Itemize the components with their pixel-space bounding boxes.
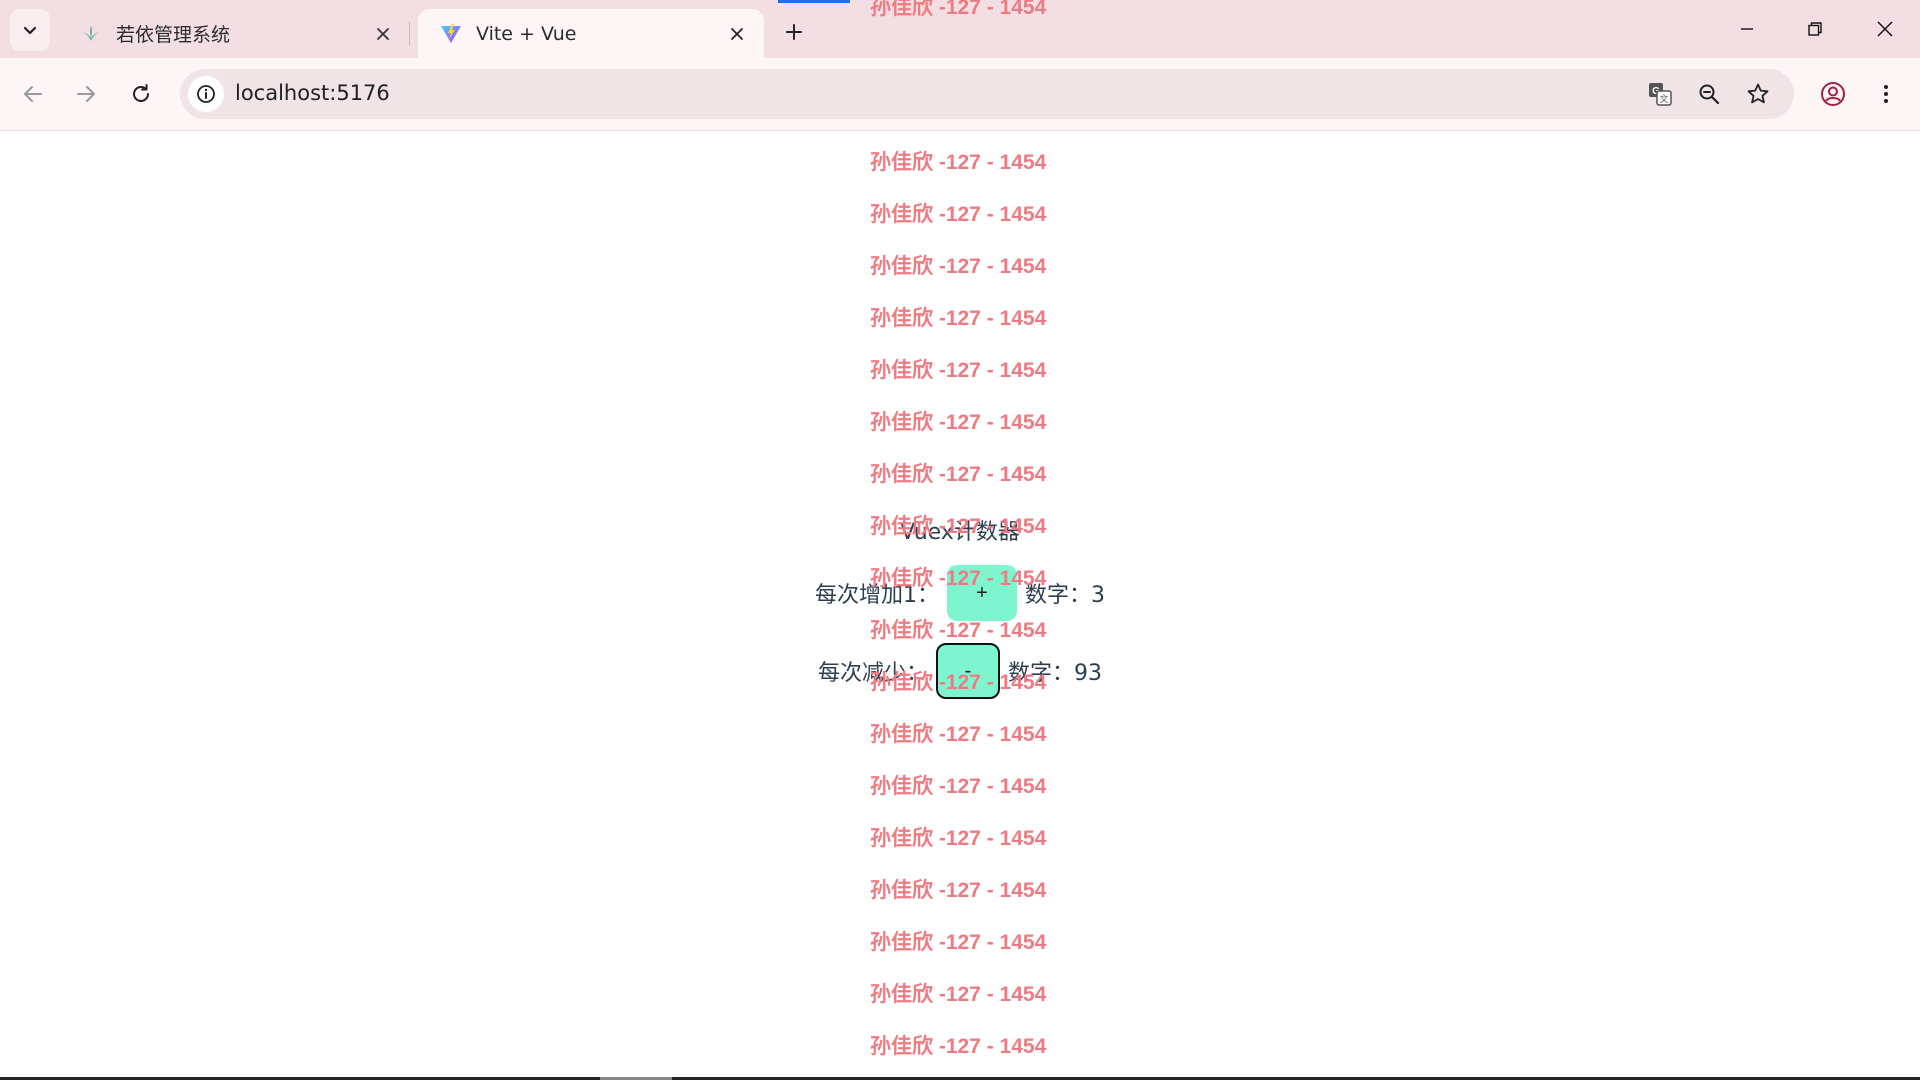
profile-button[interactable] xyxy=(1813,74,1853,114)
star-icon xyxy=(1747,83,1769,104)
watermark-text: 孙佳欣 -127 - 1454 xyxy=(870,411,1047,434)
watermark-text: 孙佳欣 -127 - 1454 xyxy=(870,0,1047,19)
watermark-text: 孙佳欣 -127 - 1454 xyxy=(870,723,1047,746)
address-bar[interactable]: localhost:5176 G文 xyxy=(180,69,1794,119)
new-tab-button[interactable] xyxy=(776,14,812,50)
chevron-down-icon xyxy=(23,26,37,35)
restore-button[interactable] xyxy=(1782,6,1848,52)
arrow-left-icon xyxy=(24,86,42,102)
increment-button[interactable]: + xyxy=(947,565,1017,621)
watermark-text: 孙佳欣 -127 - 1454 xyxy=(870,203,1047,226)
svg-text:文: 文 xyxy=(1659,93,1668,104)
close-icon xyxy=(1877,21,1893,37)
tab-vite-vue[interactable]: Vite + Vue xyxy=(418,9,764,58)
translate-icon: G文 xyxy=(1649,83,1672,106)
watermark-text: 孙佳欣 -127 - 1454 xyxy=(870,307,1047,330)
more-vertical-icon xyxy=(1884,85,1888,103)
tab-divider xyxy=(409,22,410,46)
zoom-out-icon xyxy=(1699,84,1720,105)
watermark-text: 孙佳欣 -127 - 1454 xyxy=(870,879,1047,902)
vite-favicon-icon xyxy=(441,23,461,43)
watermark-text: 孙佳欣 -127 - 1454 xyxy=(870,775,1047,798)
watermark-text: 孙佳欣 -127 - 1454 xyxy=(870,983,1047,1006)
increment-label: 每次增加1： xyxy=(815,583,939,608)
tab-ruoyi[interactable]: 若依管理系统 xyxy=(58,9,410,58)
minimize-button[interactable] xyxy=(1714,6,1780,52)
decrement-row: 每次减少： - 数字：93 xyxy=(0,643,1920,699)
watermark-text: 孙佳欣 -127 - 1454 xyxy=(870,255,1047,278)
watermark-text: 孙佳欣 -127 - 1454 xyxy=(870,827,1047,850)
page-title: Vuex计数器 xyxy=(900,520,1020,545)
close-window-button[interactable] xyxy=(1852,6,1918,52)
translate-button[interactable]: G文 xyxy=(1643,77,1677,111)
bookmark-button[interactable] xyxy=(1741,77,1775,111)
info-icon xyxy=(197,85,215,103)
site-info-button[interactable] xyxy=(188,76,224,112)
tab-search-button[interactable] xyxy=(10,9,50,51)
reload-icon xyxy=(133,84,149,102)
watermark-text: 孙佳欣 -127 - 1454 xyxy=(870,359,1047,382)
plus-icon xyxy=(786,24,802,40)
zoom-button[interactable] xyxy=(1692,77,1726,111)
tab-title: Vite + Vue xyxy=(476,22,577,45)
forward-button[interactable] xyxy=(66,74,106,114)
browser-toolbar: localhost:5176 G文 xyxy=(0,58,1920,131)
url-text[interactable]: localhost:5176 xyxy=(235,81,390,105)
watermark-text: 孙佳欣 -127 - 1454 xyxy=(870,151,1047,174)
watermark-text: 孙佳欣 -127 - 1454 xyxy=(870,1035,1047,1058)
close-tab-icon[interactable] xyxy=(724,21,750,47)
loading-indicator xyxy=(778,0,850,3)
decrement-count: 数字：93 xyxy=(1008,661,1102,686)
page-viewport: 孙佳欣 -127 - 1454 孙佳欣 -127 - 1454 孙佳欣 -127… xyxy=(0,131,1920,1080)
ruoyi-favicon-icon xyxy=(82,25,100,41)
watermark-text: 孙佳欣 -127 - 1454 xyxy=(870,931,1047,954)
menu-button[interactable] xyxy=(1866,74,1906,114)
close-tab-icon[interactable] xyxy=(370,21,396,47)
reload-button[interactable] xyxy=(121,74,161,114)
tab-title: 若依管理系统 xyxy=(116,24,231,46)
back-button[interactable] xyxy=(13,74,53,114)
account-icon xyxy=(1821,82,1845,106)
increment-row: 每次增加1： + 数字：3 xyxy=(0,565,1920,621)
restore-icon xyxy=(1808,22,1822,36)
decrement-button[interactable]: - xyxy=(936,643,1000,699)
minimize-icon xyxy=(1741,28,1753,30)
decrement-label: 每次减少： xyxy=(817,661,928,686)
watermark-text: 孙佳欣 -127 - 1454 xyxy=(870,463,1047,486)
arrow-right-icon xyxy=(77,86,95,102)
increment-count: 数字：3 xyxy=(1025,583,1105,608)
